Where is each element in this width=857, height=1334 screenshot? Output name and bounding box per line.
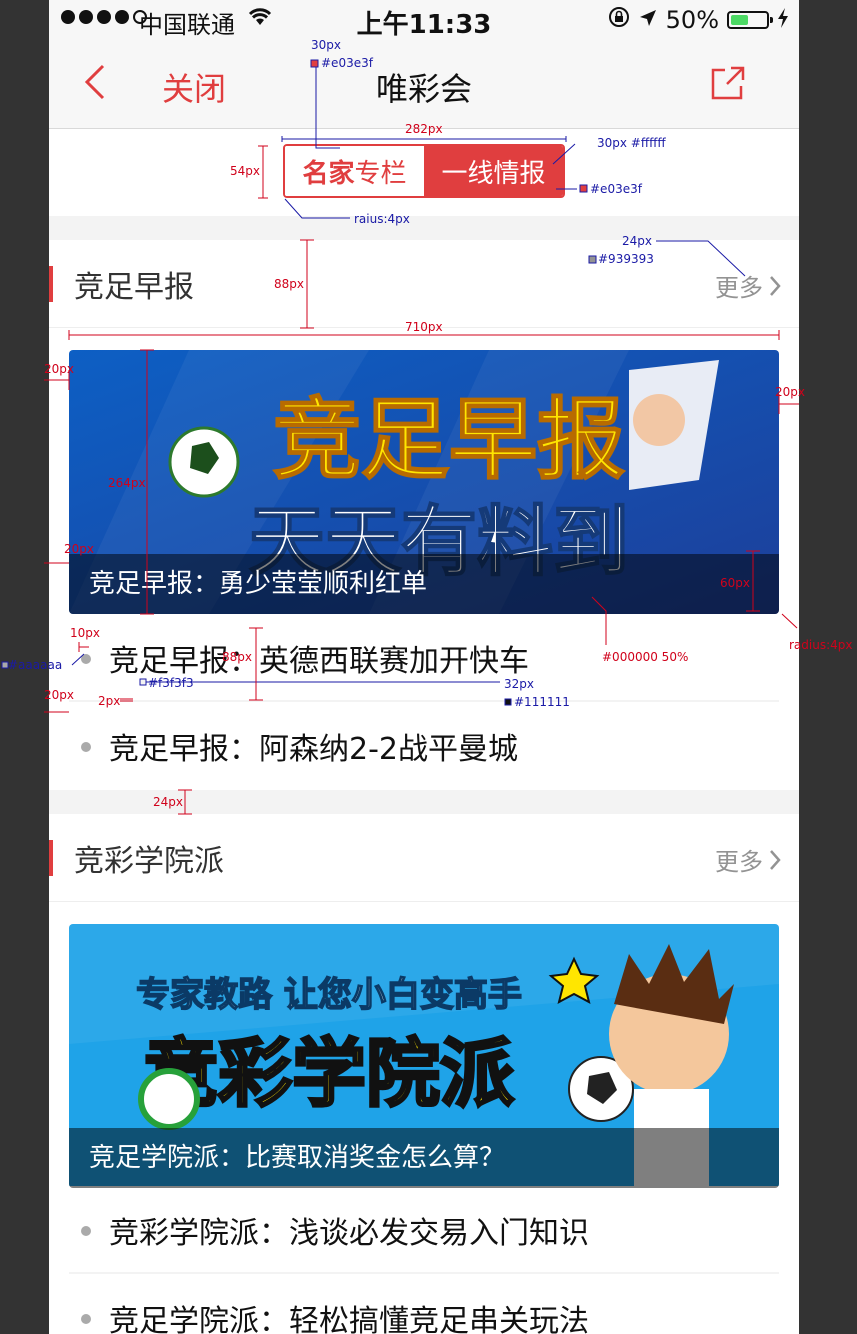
- section-title: 竞彩学院派: [74, 844, 224, 879]
- annotation-label: #f3f3f3: [148, 676, 194, 690]
- annotation-label: 24px: [153, 795, 183, 809]
- charging-bolt-icon: [777, 6, 789, 34]
- chevron-right-icon: [770, 275, 781, 296]
- section-title: 竞足早报: [74, 270, 194, 305]
- tab-expert-column[interactable]: 名家 专栏: [285, 146, 424, 196]
- banner-tagline: 专家教路 让您小白变高手: [136, 975, 522, 1015]
- annotation-label: 10px: [70, 626, 100, 640]
- section-gap: [49, 216, 799, 240]
- annotation-label: 30px #ffffff: [597, 136, 666, 150]
- annotation-label: 710px: [405, 320, 443, 334]
- list-item[interactable]: 竞足学院派：轻松搞懂竞足串关玩法: [69, 1274, 779, 1334]
- annotation-label: 264px: [108, 476, 146, 490]
- list-item-title: 竞足早报：阿森纳2-2战平曼城: [109, 732, 518, 767]
- tab-expert-rest: 专栏: [354, 158, 407, 189]
- more-link[interactable]: 更多: [715, 842, 781, 877]
- bullet-dot: [81, 1314, 91, 1324]
- annotation-label: 20px: [64, 542, 94, 556]
- annotation-label: 88px: [222, 650, 252, 664]
- annotation-label: #000000 50%: [602, 650, 689, 664]
- banner-headline: 竞足早报: [273, 388, 625, 491]
- annotation-label: 32px: [504, 677, 534, 691]
- section-accent-bar: [49, 840, 53, 876]
- annotation-label: #939393: [598, 252, 654, 266]
- more-link[interactable]: 更多: [715, 268, 781, 303]
- page-title: 唯彩会: [375, 70, 472, 108]
- bullet-dot: [81, 742, 91, 752]
- annotation-label: 20px: [775, 385, 805, 399]
- annotation-label: radius:4px: [789, 638, 853, 652]
- bullet-dot: [81, 1226, 91, 1236]
- annotation-label: 30px: [311, 38, 341, 52]
- section-header: 竞足早报 更多: [49, 240, 799, 328]
- annotation-label: 24px: [622, 234, 652, 248]
- list-item-title: 竞足早报：英德西联赛加开快车: [109, 644, 529, 679]
- annotation-label: 282px: [405, 122, 443, 136]
- annotation-label: #e03e3f: [590, 182, 642, 196]
- more-label: 更多: [715, 848, 763, 876]
- status-bar: 中国联通 上午11:33 50%: [49, 0, 799, 40]
- banner-morning-report[interactable]: 竞足早报 天天有料到 竞足早报：勇少莹莹顺利红单: [69, 350, 779, 614]
- navigation-bar: 关闭 唯彩会: [49, 40, 799, 129]
- list-item-title: 竞彩学院派：浅谈必发交易入门知识: [109, 1216, 589, 1251]
- segmented-control: 名家 专栏 一线情报: [283, 144, 565, 198]
- list-item-title: 竞足学院派：轻松搞懂竞足串关玩法: [109, 1304, 589, 1334]
- phone-screen: 中国联通 上午11:33 50% 关闭 唯彩会 名家 专栏 一线情报 竞足早报 …: [49, 0, 799, 1334]
- battery-icon: [727, 11, 773, 29]
- annotation-label: raius:4px: [354, 212, 410, 226]
- section-header: 竞彩学院派 更多: [49, 814, 799, 902]
- annotation-label: 2px: [98, 694, 121, 708]
- annotation-label: #e03e3f: [321, 56, 373, 70]
- share-icon[interactable]: [709, 64, 747, 106]
- more-label: 更多: [715, 274, 763, 302]
- banner-academy[interactable]: 专家教路 让您小白变高手 竞彩学院派 竞足学院派：比赛取消奖金怎么算？: [69, 924, 779, 1188]
- annotation-label: #111111: [514, 695, 570, 709]
- chevron-right-icon: [770, 849, 781, 870]
- section-accent-bar: [49, 266, 53, 302]
- status-right-group: 50%: [608, 6, 789, 34]
- battery-percent: 50%: [665, 6, 719, 34]
- location-arrow-icon: [638, 6, 658, 34]
- list-item[interactable]: 竞彩学院派：浅谈必发交易入门知识: [69, 1186, 779, 1274]
- annotation-label: 54px: [230, 164, 260, 178]
- annotation-label: 20px: [44, 688, 74, 702]
- banner-caption: 竞足早报：勇少莹莹顺利红单: [69, 554, 779, 614]
- orientation-lock-icon: [608, 6, 630, 34]
- tab-expert-strong: 名家: [302, 158, 355, 189]
- annotation-label: 88px: [274, 277, 304, 291]
- list-item[interactable]: 竞足早报：阿森纳2-2战平曼城: [69, 702, 779, 790]
- bullet-dot: [81, 654, 91, 664]
- annotation-label: 60px: [720, 576, 750, 590]
- annotation-label: #aaaaaa: [8, 658, 63, 672]
- tab-frontline-intel[interactable]: 一线情报: [424, 146, 563, 196]
- annotation-label: 20px: [44, 362, 74, 376]
- banner-caption: 竞足学院派：比赛取消奖金怎么算？: [69, 1128, 779, 1188]
